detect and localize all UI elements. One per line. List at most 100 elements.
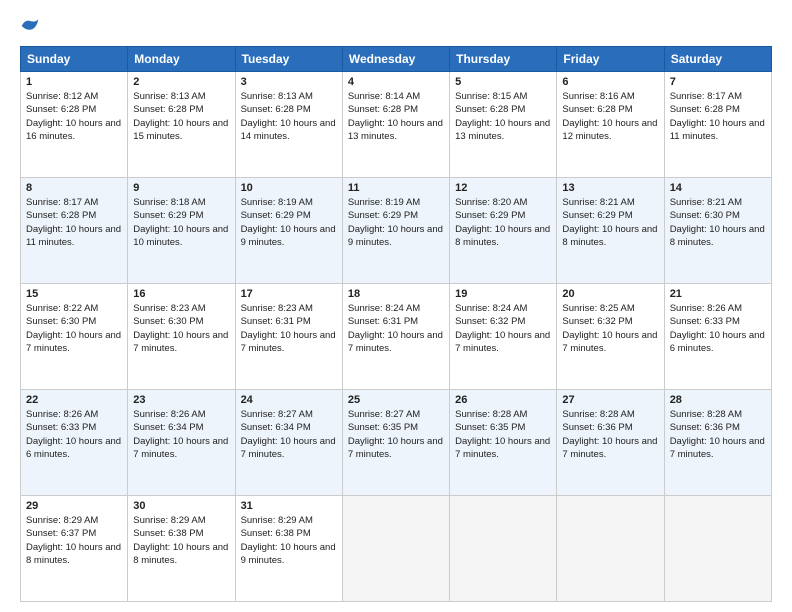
calendar-cell: 14 Sunrise: 8:21 AMSunset: 6:30 PMDayligh… bbox=[664, 178, 771, 284]
calendar-cell: 31 Sunrise: 8:29 AMSunset: 6:38 PMDayligh… bbox=[235, 496, 342, 602]
day-number: 4 bbox=[348, 76, 444, 88]
calendar-cell: 5Sunrise: 8:15 AMSunset: 6:28 PMDaylight… bbox=[450, 72, 557, 178]
calendar-cell: 27Sunrise: 8:28 AMSunset: 6:36 PMDayligh… bbox=[557, 390, 664, 496]
calendar-cell: 30 Sunrise: 8:29 AMSunset: 6:38 PMDayligh… bbox=[128, 496, 235, 602]
day-info: Sunrise: 8:15 AMSunset: 6:28 PMDaylight:… bbox=[455, 91, 550, 142]
calendar-week-row: 1 Sunrise: 8:12 AMSunset: 6:28 PMDaylight… bbox=[21, 72, 772, 178]
day-number: 14 bbox=[670, 182, 766, 194]
day-info: Sunrise: 8:22 AMSunset: 6:30 PMDaylight:… bbox=[26, 303, 121, 354]
day-info: Sunrise: 8:27 AMSunset: 6:34 PMDaylight:… bbox=[241, 409, 336, 460]
day-number: 10 bbox=[241, 182, 337, 194]
day-info: Sunrise: 8:28 AMSunset: 6:36 PMDaylight:… bbox=[670, 409, 765, 460]
weekday-header-wednesday: Wednesday bbox=[342, 47, 449, 72]
day-number: 2 bbox=[133, 76, 229, 88]
weekday-header-sunday: Sunday bbox=[21, 47, 128, 72]
weekday-header-monday: Monday bbox=[128, 47, 235, 72]
calendar-cell: 28 Sunrise: 8:28 AMSunset: 6:36 PMDayligh… bbox=[664, 390, 771, 496]
day-info: Sunrise: 8:12 AMSunset: 6:28 PMDaylight:… bbox=[26, 91, 121, 142]
day-number: 30 bbox=[133, 500, 229, 512]
day-info: Sunrise: 8:20 AMSunset: 6:29 PMDaylight:… bbox=[455, 197, 550, 248]
calendar-cell: 9 Sunrise: 8:18 AMSunset: 6:29 PMDaylight… bbox=[128, 178, 235, 284]
day-info: Sunrise: 8:21 AMSunset: 6:30 PMDaylight:… bbox=[670, 197, 765, 248]
day-number: 7 bbox=[670, 76, 766, 88]
day-number: 15 bbox=[26, 288, 122, 300]
day-info: Sunrise: 8:24 AMSunset: 6:32 PMDaylight:… bbox=[455, 303, 550, 354]
day-info: Sunrise: 8:21 AMSunset: 6:29 PMDaylight:… bbox=[562, 197, 657, 248]
day-number: 8 bbox=[26, 182, 122, 194]
day-info: Sunrise: 8:29 AMSunset: 6:38 PMDaylight:… bbox=[241, 515, 336, 566]
calendar-cell: 24 Sunrise: 8:27 AMSunset: 6:34 PMDayligh… bbox=[235, 390, 342, 496]
calendar-week-row: 8 Sunrise: 8:17 AMSunset: 6:28 PMDaylight… bbox=[21, 178, 772, 284]
calendar-cell: 26 Sunrise: 8:28 AMSunset: 6:35 PMDayligh… bbox=[450, 390, 557, 496]
calendar-cell: 10 Sunrise: 8:19 AMSunset: 6:29 PMDayligh… bbox=[235, 178, 342, 284]
day-number: 26 bbox=[455, 394, 551, 406]
day-info: Sunrise: 8:26 AMSunset: 6:33 PMDaylight:… bbox=[670, 303, 765, 354]
day-number: 28 bbox=[670, 394, 766, 406]
weekday-header-tuesday: Tuesday bbox=[235, 47, 342, 72]
day-number: 19 bbox=[455, 288, 551, 300]
calendar-cell bbox=[557, 496, 664, 602]
day-info: Sunrise: 8:24 AMSunset: 6:31 PMDaylight:… bbox=[348, 303, 443, 354]
day-number: 9 bbox=[133, 182, 229, 194]
calendar-cell: 18 Sunrise: 8:24 AMSunset: 6:31 PMDayligh… bbox=[342, 284, 449, 390]
day-number: 13 bbox=[562, 182, 658, 194]
calendar-cell: 8 Sunrise: 8:17 AMSunset: 6:28 PMDaylight… bbox=[21, 178, 128, 284]
calendar-cell: 16Sunrise: 8:23 AMSunset: 6:30 PMDayligh… bbox=[128, 284, 235, 390]
calendar-cell: 7 Sunrise: 8:17 AMSunset: 6:28 PMDaylight… bbox=[664, 72, 771, 178]
logo-icon bbox=[20, 16, 40, 36]
day-number: 1 bbox=[26, 76, 122, 88]
page: SundayMondayTuesdayWednesdayThursdayFrid… bbox=[0, 0, 792, 612]
day-info: Sunrise: 8:18 AMSunset: 6:29 PMDaylight:… bbox=[133, 197, 228, 248]
day-number: 22 bbox=[26, 394, 122, 406]
calendar-cell: 2Sunrise: 8:13 AMSunset: 6:28 PMDaylight… bbox=[128, 72, 235, 178]
day-info: Sunrise: 8:26 AMSunset: 6:34 PMDaylight:… bbox=[133, 409, 228, 460]
logo bbox=[20, 16, 44, 36]
day-number: 23 bbox=[133, 394, 229, 406]
day-info: Sunrise: 8:29 AMSunset: 6:38 PMDaylight:… bbox=[133, 515, 228, 566]
day-number: 11 bbox=[348, 182, 444, 194]
calendar-cell: 4 Sunrise: 8:14 AMSunset: 6:28 PMDaylight… bbox=[342, 72, 449, 178]
day-info: Sunrise: 8:14 AMSunset: 6:28 PMDaylight:… bbox=[348, 91, 443, 142]
calendar-week-row: 22 Sunrise: 8:26 AMSunset: 6:33 PMDayligh… bbox=[21, 390, 772, 496]
day-info: Sunrise: 8:17 AMSunset: 6:28 PMDaylight:… bbox=[26, 197, 121, 248]
day-number: 3 bbox=[241, 76, 337, 88]
day-number: 16 bbox=[133, 288, 229, 300]
day-info: Sunrise: 8:17 AMSunset: 6:28 PMDaylight:… bbox=[670, 91, 765, 142]
day-number: 31 bbox=[241, 500, 337, 512]
day-info: Sunrise: 8:28 AMSunset: 6:35 PMDaylight:… bbox=[455, 409, 550, 460]
calendar-cell bbox=[342, 496, 449, 602]
calendar-week-row: 15 Sunrise: 8:22 AMSunset: 6:30 PMDayligh… bbox=[21, 284, 772, 390]
calendar-cell: 17Sunrise: 8:23 AMSunset: 6:31 PMDayligh… bbox=[235, 284, 342, 390]
day-info: Sunrise: 8:19 AMSunset: 6:29 PMDaylight:… bbox=[241, 197, 336, 248]
calendar-cell bbox=[664, 496, 771, 602]
weekday-header-friday: Friday bbox=[557, 47, 664, 72]
calendar-cell: 12Sunrise: 8:20 AMSunset: 6:29 PMDayligh… bbox=[450, 178, 557, 284]
day-info: Sunrise: 8:19 AMSunset: 6:29 PMDaylight:… bbox=[348, 197, 443, 248]
day-info: Sunrise: 8:27 AMSunset: 6:35 PMDaylight:… bbox=[348, 409, 443, 460]
day-info: Sunrise: 8:13 AMSunset: 6:28 PMDaylight:… bbox=[241, 91, 336, 142]
calendar-cell: 13 Sunrise: 8:21 AMSunset: 6:29 PMDayligh… bbox=[557, 178, 664, 284]
day-number: 20 bbox=[562, 288, 658, 300]
day-number: 24 bbox=[241, 394, 337, 406]
day-info: Sunrise: 8:16 AMSunset: 6:28 PMDaylight:… bbox=[562, 91, 657, 142]
calendar-cell: 11 Sunrise: 8:19 AMSunset: 6:29 PMDayligh… bbox=[342, 178, 449, 284]
calendar-header-row: SundayMondayTuesdayWednesdayThursdayFrid… bbox=[21, 47, 772, 72]
weekday-header-saturday: Saturday bbox=[664, 47, 771, 72]
day-number: 29 bbox=[26, 500, 122, 512]
calendar-cell bbox=[450, 496, 557, 602]
day-number: 18 bbox=[348, 288, 444, 300]
day-info: Sunrise: 8:26 AMSunset: 6:33 PMDaylight:… bbox=[26, 409, 121, 460]
day-number: 21 bbox=[670, 288, 766, 300]
day-number: 25 bbox=[348, 394, 444, 406]
calendar-cell: 3 Sunrise: 8:13 AMSunset: 6:28 PMDaylight… bbox=[235, 72, 342, 178]
calendar-table: SundayMondayTuesdayWednesdayThursdayFrid… bbox=[20, 46, 772, 602]
calendar-cell: 20Sunrise: 8:25 AMSunset: 6:32 PMDayligh… bbox=[557, 284, 664, 390]
calendar-cell: 1 Sunrise: 8:12 AMSunset: 6:28 PMDaylight… bbox=[21, 72, 128, 178]
calendar-cell: 22 Sunrise: 8:26 AMSunset: 6:33 PMDayligh… bbox=[21, 390, 128, 496]
calendar-cell: 29 Sunrise: 8:29 AMSunset: 6:37 PMDayligh… bbox=[21, 496, 128, 602]
calendar-week-row: 29 Sunrise: 8:29 AMSunset: 6:37 PMDayligh… bbox=[21, 496, 772, 602]
header bbox=[20, 16, 772, 36]
day-info: Sunrise: 8:29 AMSunset: 6:37 PMDaylight:… bbox=[26, 515, 121, 566]
calendar-cell: 21 Sunrise: 8:26 AMSunset: 6:33 PMDayligh… bbox=[664, 284, 771, 390]
calendar-cell: 25 Sunrise: 8:27 AMSunset: 6:35 PMDayligh… bbox=[342, 390, 449, 496]
